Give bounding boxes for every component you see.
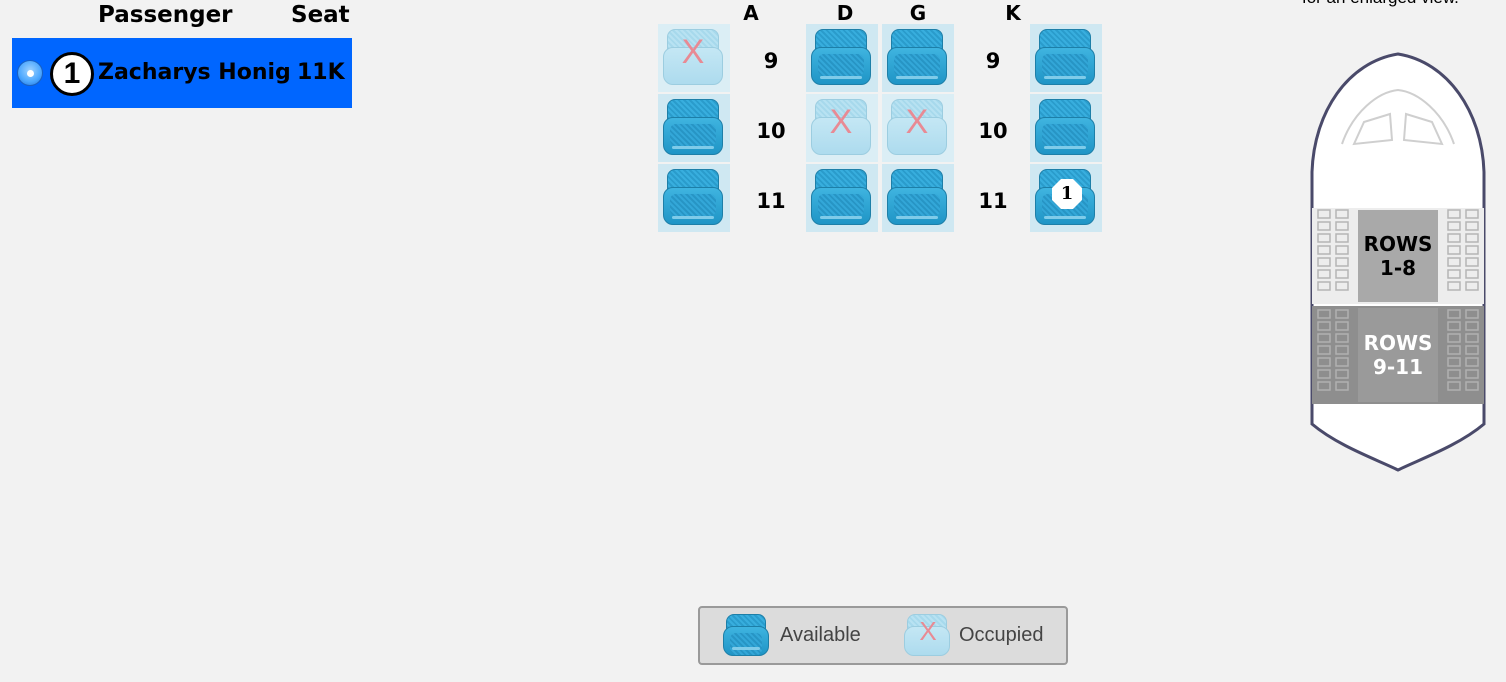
seat-10k[interactable] bbox=[1030, 94, 1102, 162]
seat-10d: X bbox=[806, 94, 878, 162]
occupied-x-mark: X bbox=[905, 103, 929, 141]
seat-icon bbox=[809, 167, 873, 229]
legend-occupied-label: Occupied bbox=[959, 624, 1044, 646]
column-label-a: A bbox=[743, 1, 759, 25]
plane-overview: ROWS 1-8 ROWS 9-11 bbox=[1308, 52, 1488, 476]
seat-icon: X bbox=[661, 27, 725, 89]
legend-available-label: Available bbox=[780, 624, 861, 646]
seat-icon bbox=[1033, 27, 1097, 89]
row-number-left: 11 bbox=[756, 189, 786, 213]
column-label-g: G bbox=[909, 1, 927, 25]
seat-11k-assigned[interactable]: 1 bbox=[1030, 164, 1102, 232]
enlarge-hint-text: for an enlarged view. bbox=[1302, 0, 1459, 8]
occupied-x-mark: X bbox=[919, 616, 937, 646]
seat-legend: Available X Occupied bbox=[698, 606, 1068, 665]
passenger-radio-button[interactable] bbox=[17, 60, 43, 86]
row-number-right: 9 bbox=[985, 49, 1001, 73]
seat-icon bbox=[1033, 97, 1097, 159]
legend-available-seat-icon bbox=[722, 612, 772, 660]
seat-9k[interactable] bbox=[1030, 24, 1102, 92]
overview-section-rows-1-8[interactable]: ROWS 1-8 bbox=[1358, 210, 1438, 302]
row-number-left: 10 bbox=[756, 119, 786, 143]
overview-section-rows-9-11[interactable]: ROWS 9-11 bbox=[1358, 308, 1438, 402]
seat-icon bbox=[661, 97, 725, 159]
occupied-x-mark: X bbox=[829, 103, 853, 141]
seat-10a[interactable] bbox=[658, 94, 730, 162]
passenger-column-header: Passenger bbox=[98, 2, 233, 28]
row-number-right: 10 bbox=[978, 119, 1008, 143]
column-label-d: D bbox=[836, 1, 854, 25]
seat-10g: X bbox=[882, 94, 954, 162]
passenger-name: Zacharys Honig bbox=[98, 60, 291, 85]
passenger-row[interactable]: 1 Zacharys Honig 11K bbox=[12, 38, 352, 108]
seat-11d[interactable] bbox=[806, 164, 878, 232]
legend-occupied-seat-icon: X bbox=[903, 612, 953, 660]
passenger-table-header: Passenger Seat bbox=[0, 0, 360, 34]
seat-11g[interactable] bbox=[882, 164, 954, 232]
row-number-right: 11 bbox=[978, 189, 1008, 213]
occupied-x-mark: X bbox=[681, 33, 705, 71]
seat-icon: X bbox=[809, 97, 873, 159]
seat-9d[interactable] bbox=[806, 24, 878, 92]
assigned-passenger-badge: 1 bbox=[1052, 179, 1082, 209]
seat-9g[interactable] bbox=[882, 24, 954, 92]
seat-column-header: Seat bbox=[291, 2, 350, 28]
section-label-line2: 9-11 bbox=[1372, 355, 1424, 379]
seat-icon bbox=[809, 27, 873, 89]
seat-icon: X bbox=[885, 97, 949, 159]
seat-icon bbox=[885, 167, 949, 229]
seat-icon bbox=[661, 167, 725, 229]
section-label-line1: ROWS bbox=[1363, 232, 1433, 256]
row-number-left: 9 bbox=[763, 49, 779, 73]
passenger-number-badge: 1 bbox=[50, 52, 94, 96]
seat-11a[interactable] bbox=[658, 164, 730, 232]
seat-icon bbox=[885, 27, 949, 89]
seat-9a: X bbox=[658, 24, 730, 92]
section-label-line1: ROWS bbox=[1363, 331, 1433, 355]
seat-icon: 1 bbox=[1033, 167, 1097, 229]
section-label-line2: 1-8 bbox=[1379, 256, 1417, 280]
passenger-seat: 11K bbox=[297, 60, 345, 85]
column-label-k: K bbox=[1005, 1, 1021, 25]
